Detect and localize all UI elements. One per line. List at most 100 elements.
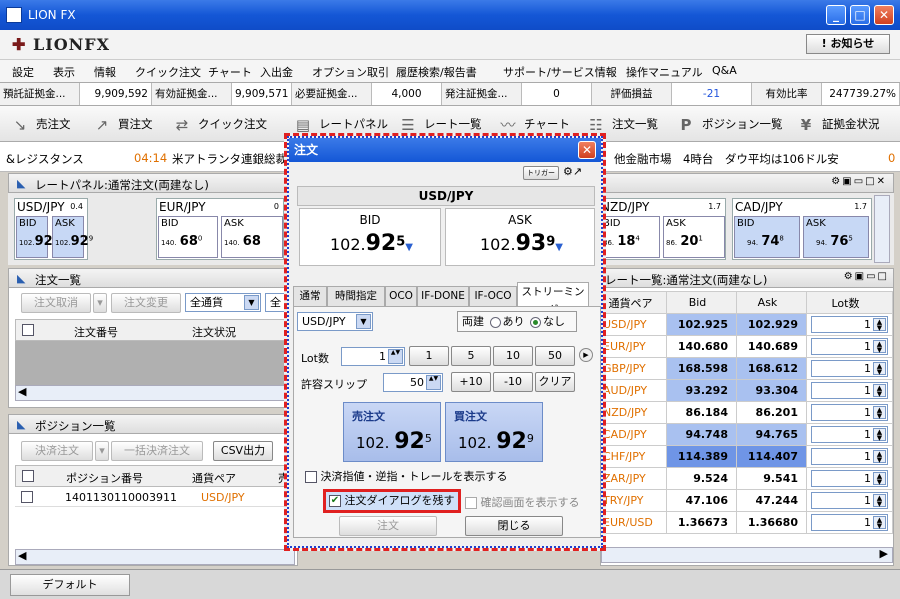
table-row[interactable]: TRY/JPY 47.106 47.244 1 ▲ ▼ [600,489,893,512]
close-window-button[interactable]: ✕ [874,5,894,25]
card-bid[interactable]: BID102.925 [16,216,57,258]
menu-support[interactable]: サポート/サービス情報 [503,64,617,80]
clear-button[interactable]: クリア [535,372,575,392]
lot-stepper[interactable]: 1 ▲ ▼ [811,382,888,399]
panel-window-controls[interactable]: ⚙▣▭□✕ [831,176,887,187]
rate-card-nzdjpy[interactable]: NZD/JPY 1.7 BID 86. 184 ASK 86. 201 [598,198,726,260]
rate-bid[interactable]: 47.106 [666,489,737,512]
table-row[interactable]: 1401130110003911 USD/JPY [15,487,295,507]
table-row[interactable]: AUD/JPY 93.292 93.304 1 ▲ ▼ [600,379,893,402]
confirm-checkbox[interactable] [465,497,477,509]
menu-history[interactable]: 履歴検索/報告書 [396,64,477,80]
rate-bid[interactable]: 9.524 [666,467,737,490]
lot-input[interactable]: 1 ▲▼ [341,347,405,366]
rate-ask[interactable]: 102.929 [736,313,807,336]
rate-list-tool[interactable]: ☰ レート一覧 [400,116,481,133]
rate-bid[interactable]: 102.925 [666,313,737,336]
dialog-ask-box[interactable]: ASK 102.939▼ [445,208,595,266]
confirm-option[interactable]: 確認画面を表示する [465,494,580,510]
menu-settings[interactable]: 設定 [12,64,34,80]
rate-card-eurjpy[interactable]: EUR/JPY 0 BID 140. 680 ASK 140. 68 [156,198,284,260]
hedge-no-radio[interactable] [530,316,541,328]
table-row[interactable]: CAD/JPY 94.748 94.765 1 ▲ ▼ [600,423,893,446]
lot-preset-10[interactable]: 10 [493,346,533,366]
rate-bid[interactable]: 168.598 [666,357,737,380]
card-ask[interactable]: ASK 94. 765 [803,216,869,258]
dialog-close-button[interactable]: ✕ [578,141,596,159]
rate-bid[interactable]: 94.748 [666,423,737,446]
card-bid[interactable]: BID 94. 748 [734,216,800,258]
quick-order-tool[interactable]: ⇄ クイック注文 [174,116,267,133]
cancel-order-button[interactable]: 注文取消 [21,293,91,313]
table-row[interactable]: CHF/JPY 114.389 114.407 1 ▲ ▼ [600,445,893,468]
lot-stepper[interactable]: 1 ▲ ▼ [811,316,888,333]
bulk-settle-button[interactable]: 一括決済注文 [111,441,203,461]
card-ask[interactable]: ASK 86. 201 [663,216,725,258]
menu-options[interactable]: オプション取引 [312,64,389,80]
dialog-pair-select[interactable]: USD/JPY ▼ [297,312,373,331]
lot-stepper[interactable]: 1 ▲ ▼ [811,448,888,465]
margin-status-tool[interactable]: ¥ 証拠金状況 [798,116,880,133]
lot-preset-5[interactable]: 5 [451,346,491,366]
position-hscrollbar[interactable]: ◀ [15,549,295,565]
position-list-tool[interactable]: P ポジション一覧 [678,116,783,133]
hedge-yes-radio[interactable] [489,316,501,328]
slippage-input[interactable]: 50 ▲▼ [383,373,443,392]
rate-list-hscrollbar[interactable]: ▶ [601,547,893,563]
minimize-button[interactable]: _ [826,5,846,25]
lot-stepper[interactable]: 1 ▲ ▼ [811,338,888,355]
lot-stepper[interactable]: 1 ▲ ▼ [811,404,888,421]
rate-bid[interactable]: 114.389 [666,445,737,468]
sell-order-tool[interactable]: ↘ 売注文 [12,116,71,133]
rate-panel-tool[interactable]: ▤ レートパネル [295,116,388,133]
rate-ask[interactable]: 140.689 [736,335,807,358]
row-checkbox[interactable] [21,491,33,503]
menu-manual[interactable]: 操作マニュアル [626,64,703,80]
tab-ifoco[interactable]: IF-OCO [469,286,517,306]
lot-preset-1[interactable]: 1 [409,346,449,366]
lot-stepper[interactable]: 1 ▲ ▼ [811,492,888,509]
rate-ask[interactable]: 168.612 [736,357,807,380]
rate-ask[interactable]: 9.541 [736,467,807,490]
dialog-close-btn[interactable]: 閉じる [465,516,563,536]
table-row[interactable]: GBP/JPY 168.598 168.612 1 ▲ ▼ [600,357,893,380]
keep-dialog-option[interactable]: ✔ 注文ダイアログを残す [323,489,461,513]
lot-stepper[interactable]: 1 ▲ ▼ [811,426,888,443]
order-list-tool[interactable]: ☷ 注文一覧 [588,116,658,133]
chart-tool[interactable]: 〰チャート [500,116,569,133]
rate-ask[interactable]: 1.36680 [736,511,807,534]
lot-stepper[interactable]: 1 ▲ ▼ [811,514,888,531]
menu-quick-order[interactable]: クイック注文 [135,64,201,80]
cancel-dropdown-icon[interactable]: ▾ [93,293,107,313]
order-currency-filter[interactable]: 全通貨 ▼ [185,293,261,312]
menu-chart[interactable]: チャート [208,64,252,80]
keep-dialog-checkbox[interactable]: ✔ [329,495,341,507]
change-order-button[interactable]: 注文変更 [111,293,181,313]
menu-view[interactable]: 表示 [53,64,75,80]
card-bid[interactable]: BID 86. 184 [600,216,660,258]
table-row[interactable]: EUR/USD 1.36673 1.36680 1 ▲ ▼ [600,511,893,534]
rate-bid[interactable]: 93.292 [666,379,737,402]
buy-order-button[interactable]: 買注文 102. 929 [445,402,543,462]
table-row[interactable]: EUR/JPY 140.680 140.689 1 ▲ ▼ [600,335,893,358]
rate-ask[interactable]: 93.304 [736,379,807,402]
rate-ask[interactable]: 86.201 [736,401,807,424]
csv-export-button[interactable]: CSV出力 [213,441,273,461]
menu-info[interactable]: 情報 [94,64,116,80]
tab-normal[interactable]: 通常 [293,286,327,306]
table-row[interactable]: ZAR/JPY 9.524 9.541 1 ▲ ▼ [600,467,893,490]
table-row[interactable]: USD/JPY 102.925 102.929 1 ▲ ▼ [600,313,893,336]
dialog-order-button[interactable]: 注文 [339,516,437,536]
rate-bid[interactable]: 86.184 [666,401,737,424]
settle-dropdown-icon[interactable]: ▾ [95,441,109,461]
position-select-all[interactable] [22,470,34,482]
lot-stepper[interactable]: 1 ▲ ▼ [811,470,888,487]
card-ask[interactable]: ASK 102.929 [52,216,93,258]
rate-bid[interactable]: 1.36673 [666,511,737,534]
tab-oco[interactable]: OCO [385,286,417,306]
rate-panel-scrollbar[interactable] [874,195,890,263]
order-hscrollbar[interactable]: ◀ [15,385,295,401]
settle-order-button[interactable]: 決済注文 [21,441,93,461]
maximize-button[interactable]: □ [850,5,870,25]
card-bid[interactable]: BID 140. 680 [158,216,218,258]
